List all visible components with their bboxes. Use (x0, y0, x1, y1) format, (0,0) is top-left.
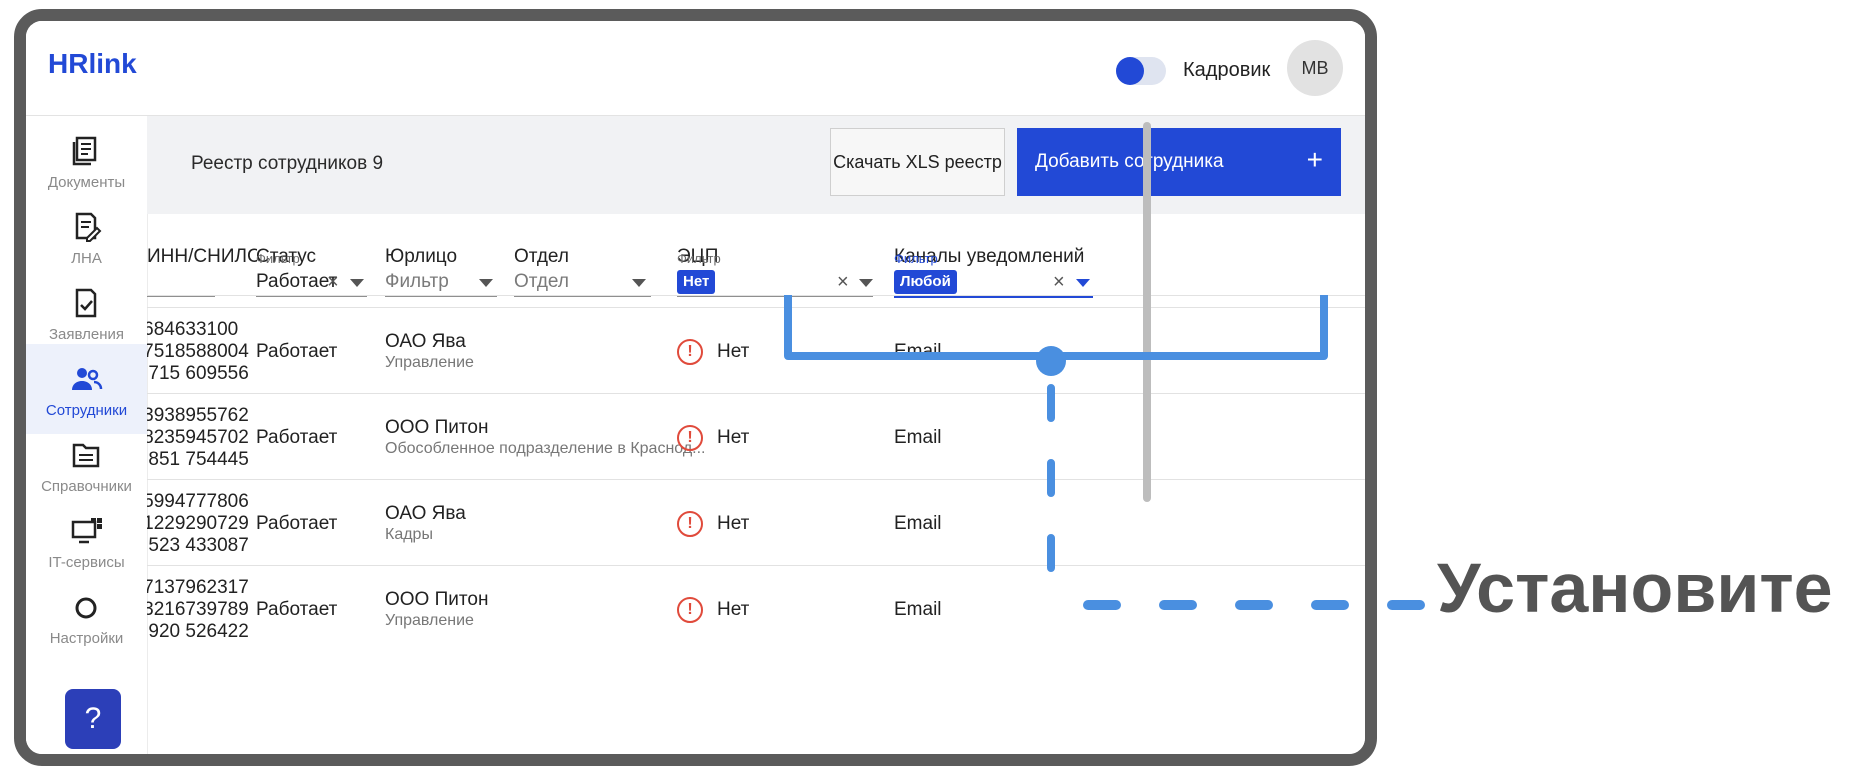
highlight-bracket (784, 295, 1328, 360)
tutorial-callout: Установите (1437, 549, 1833, 627)
tutorial-overlay (784, 295, 1433, 610)
pointer-dot (1036, 346, 1066, 376)
